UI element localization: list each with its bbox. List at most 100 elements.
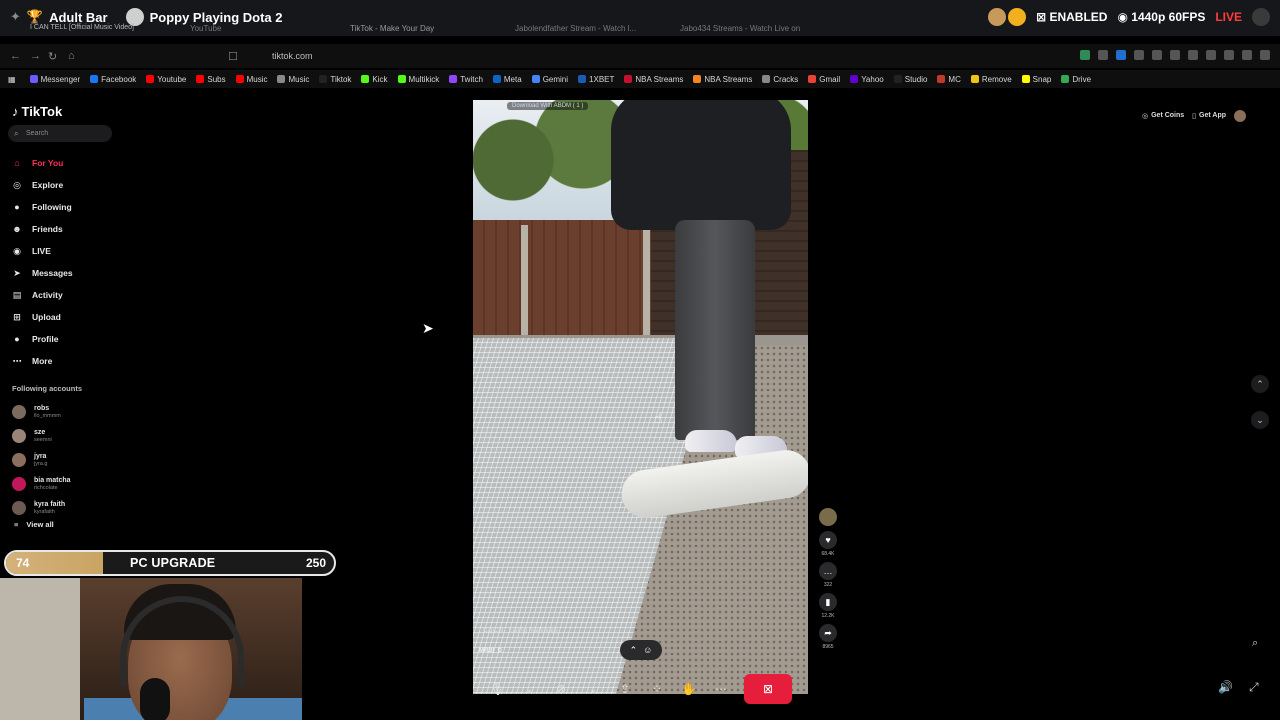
url-field[interactable]: tiktok.com [252,48,872,64]
chevron-down-icon[interactable]: ⌄ [1251,411,1269,429]
tab-youtube[interactable]: YouTube [190,24,221,33]
volume-icon[interactable]: 🔊 [1218,680,1233,695]
nav-item-live[interactable]: ◉ LIVE [10,240,73,262]
download-tag[interactable]: Download With ABDM ( 1 ) [507,102,589,110]
raise-hand-icon[interactable]: ✋ [680,682,698,696]
nav-item-more[interactable]: ⋯ More [10,350,73,372]
chevron-down-icon[interactable]: ⌄ [584,684,602,695]
bookmark-icon [937,75,946,83]
mic-icon[interactable]: 🎙 [488,682,506,696]
tiktok-logo[interactable]: ♪ TikTok [12,104,62,119]
bookmark-item[interactable]: Tiktok [319,75,351,84]
bookmark-item[interactable]: Gemini [531,75,568,84]
apps-icon[interactable]: ▦ [8,75,16,84]
bookmark-item[interactable]: Gmail [808,75,840,84]
camera-off-icon[interactable]: ⊘ [552,682,570,696]
view-all-button[interactable]: ≡ View all [14,520,54,529]
search-input[interactable]: ⌕ Search [8,125,112,142]
profile-avatar[interactable] [1234,110,1246,122]
nav-item-explore[interactable]: ◎ Explore [10,174,73,196]
bookmark-item[interactable]: Cracks [762,75,798,84]
nav-label: For You [32,158,64,168]
extension-icon[interactable] [1152,50,1162,60]
bookmark-icon[interactable]: ▮ [819,593,837,611]
nav-item-for-you[interactable]: ⌂ For You [10,152,73,174]
nav-item-messages[interactable]: ➤ Messages [10,262,72,284]
bookmark-item[interactable]: Kick [361,75,388,84]
nav-item-following[interactable]: ● Following [10,196,73,218]
apps-grid-icon[interactable]: ⁘ [648,682,666,696]
nav-item-upload[interactable]: ⊞ Upload [10,306,73,328]
webcam-wall [0,578,80,720]
share-pill[interactable]: ⌃ ☺ [620,640,662,660]
back-icon[interactable]: ← [10,50,21,62]
get-coins-button[interactable]: ◎ Get Coins [1142,112,1184,120]
video-username[interactable]: MRBI_D [479,648,502,654]
bookmark-item[interactable]: Remove [970,74,1012,84]
bookmark-item[interactable]: Youtube [146,75,186,84]
following-account[interactable]: sze seemni [12,424,71,448]
get-app-button[interactable]: ▯ Get App [1192,112,1226,120]
tab-tiktok[interactable]: TikTok - Make Your Day [350,24,434,33]
save-action[interactable]: ▮ 12.2K [814,593,842,619]
tab-stream-1[interactable]: Jabolendfather Stream - Watch l... [515,24,636,33]
share-action[interactable]: ➦ 8965 [814,624,842,650]
more-icon[interactable]: ⋯ [712,682,730,696]
nav-item-friends[interactable]: ☻ Friends [10,218,73,240]
bookmark-label: Remove [981,74,1012,84]
chevron-up-icon[interactable]: ⌃ [1251,375,1269,393]
extension-icon[interactable] [1242,50,1252,60]
extension-icon[interactable] [1116,50,1126,60]
heart-icon[interactable]: ♥ [819,531,837,549]
bookmark-item[interactable]: MC [937,75,961,84]
following-account[interactable]: bia matcha richcolate [12,472,71,496]
extension-icon[interactable] [1224,50,1234,60]
like-action[interactable]: ♥ 68.4K [814,531,842,557]
extension-icon[interactable] [1188,50,1198,60]
nav-item-profile[interactable]: ● Profile [10,328,73,350]
bookmark-item[interactable]: Facebook [90,75,136,84]
bookmark-item[interactable]: NBA Streams [624,75,683,84]
reload-icon[interactable]: ↻ [48,50,57,63]
bookmark-item[interactable]: Music [277,75,309,84]
avatar[interactable] [819,508,837,526]
menu-icon[interactable] [1260,50,1270,60]
nav-item-activity[interactable]: ▤ Activity [10,284,73,306]
tab-stream-2[interactable]: Jabo434 Streams - Watch Live on [680,24,800,33]
present-screen-icon[interactable]: ⇪ [616,682,634,696]
video-player[interactable]: Download With ABDM ( 1 ) CapCut · Editin… [473,100,808,694]
comment-action[interactable]: … 322 [814,562,842,588]
share-icon[interactable]: ➦ [819,624,837,642]
comment-icon[interactable]: … [819,562,837,580]
bookmark-item[interactable]: Multikick [397,75,439,84]
chevron-down-icon[interactable]: ⌄ [520,684,538,695]
bookmark-item[interactable]: Twitch [449,75,483,84]
zoom-icon[interactable]: ⌕ [1252,637,1258,650]
bookmark-item[interactable]: Messenger [29,75,80,84]
bookmark-icon[interactable]: ☐ [228,50,238,63]
bookmark-item[interactable]: Studio [893,75,927,84]
extension-icon[interactable] [1098,50,1108,60]
following-account[interactable]: jyra jyra.g [12,448,71,472]
bookmark-icon [762,75,771,83]
bookmark-item[interactable]: Yahoo [850,75,884,84]
bookmark-item[interactable]: Meta [492,75,522,84]
bookmark-item[interactable]: Drive [1061,75,1091,84]
fullscreen-icon[interactable]: ⤢ [1249,680,1259,695]
bookmark-item[interactable]: NBA Streams [693,75,752,84]
bookmark-item[interactable]: Snap [1021,75,1051,84]
extension-icon[interactable] [1170,50,1180,60]
bookmark-item[interactable]: 1XBET [578,75,614,84]
extension-icon[interactable] [1080,50,1090,60]
account-handle: richcolate [34,485,58,491]
stop-sharing-button[interactable]: ⊠ [744,674,792,704]
forward-icon[interactable]: → [30,50,41,62]
following-account[interactable]: robs llo_mmmm [12,400,71,424]
creator-avatar[interactable] [814,508,842,526]
home-icon[interactable]: ⌂ [68,50,75,62]
extension-icon[interactable] [1134,50,1144,60]
bookmark-item[interactable]: Subs [196,75,226,84]
following-account[interactable]: kyra faith kyrafaith [12,496,71,520]
extension-icon[interactable] [1206,50,1216,60]
bookmark-item[interactable]: Music [235,75,267,84]
